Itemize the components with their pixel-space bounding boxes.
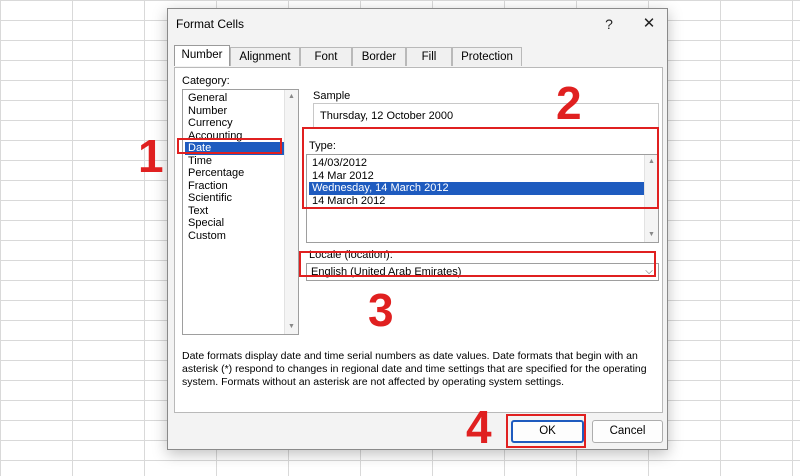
scroll-up-arrow-icon[interactable]: ▲ — [645, 156, 658, 168]
scroll-down-arrow-icon[interactable]: ▼ — [285, 321, 298, 333]
help-button[interactable]: ? — [598, 13, 620, 35]
category-item-percentage[interactable]: Percentage — [185, 167, 284, 180]
category-list[interactable]: General Number Currency Accounting Date … — [182, 89, 299, 335]
category-item-time[interactable]: Time — [185, 155, 284, 168]
locale-dropdown[interactable]: English (United Arab Emirates) ⌵ — [306, 263, 659, 281]
cancel-button[interactable]: Cancel — [592, 420, 663, 443]
category-item-fraction[interactable]: Fraction — [185, 180, 284, 193]
category-item-custom[interactable]: Custom — [185, 230, 284, 243]
sample-value: Thursday, 12 October 2000 — [320, 110, 454, 122]
step-1-marker: 1 — [138, 130, 164, 182]
scroll-down-arrow-icon[interactable]: ▼ — [645, 229, 658, 241]
sample-label: Sample — [313, 90, 351, 102]
scroll-up-arrow-icon[interactable]: ▲ — [285, 91, 298, 103]
locale-label: Locale (location): — [309, 249, 393, 261]
sample-box: Thursday, 12 October 2000 — [313, 103, 659, 129]
category-item-general[interactable]: General — [185, 92, 284, 105]
dialog-titlebar: Format Cells ? ✕ — [168, 9, 667, 39]
category-item-currency[interactable]: Currency — [185, 117, 284, 130]
type-label: Type: — [309, 140, 336, 152]
format-cells-dialog: Format Cells ? ✕ Number Alignment Font B… — [167, 8, 668, 450]
step-2-marker: 2 — [556, 77, 582, 129]
category-item-special[interactable]: Special — [185, 217, 284, 230]
type-item[interactable]: 14 March 2012 — [309, 195, 644, 208]
step-3-marker: 3 — [368, 284, 394, 336]
tab-protection[interactable]: Protection — [452, 47, 522, 66]
category-item-accounting[interactable]: Accounting — [185, 130, 284, 143]
locale-value: English (United Arab Emirates) — [311, 266, 462, 278]
number-tab-panel: Category: General Number Currency Accoun… — [174, 67, 663, 413]
category-item-scientific[interactable]: Scientific — [185, 192, 284, 205]
tab-number[interactable]: Number — [174, 45, 230, 66]
chevron-down-icon[interactable]: ⌵ — [642, 265, 656, 279]
format-description: Date formats display date and time seria… — [182, 350, 647, 388]
type-item-selected[interactable]: Wednesday, 14 March 2012 — [309, 182, 644, 195]
step-4-marker: 4 — [466, 401, 492, 453]
category-item-number[interactable]: Number — [185, 105, 284, 118]
type-item[interactable]: 14 Mar 2012 — [309, 170, 644, 183]
tab-fill[interactable]: Fill — [406, 47, 452, 66]
close-button[interactable]: ✕ — [638, 13, 660, 35]
type-item[interactable]: 14/03/2012 — [309, 157, 644, 170]
category-label: Category: — [182, 75, 230, 87]
category-item-text[interactable]: Text — [185, 205, 284, 218]
dialog-title: Format Cells — [176, 17, 245, 31]
type-scrollbar[interactable]: ▲ ▼ — [644, 155, 658, 242]
type-list[interactable]: 14/03/2012 14 Mar 2012 Wednesday, 14 Mar… — [306, 154, 659, 243]
tab-border[interactable]: Border — [352, 47, 406, 66]
category-item-date[interactable]: Date — [185, 142, 284, 155]
ok-button[interactable]: OK — [511, 420, 584, 443]
tab-alignment[interactable]: Alignment — [230, 47, 300, 66]
tab-font[interactable]: Font — [300, 47, 352, 66]
category-scrollbar[interactable]: ▲ ▼ — [284, 90, 298, 334]
